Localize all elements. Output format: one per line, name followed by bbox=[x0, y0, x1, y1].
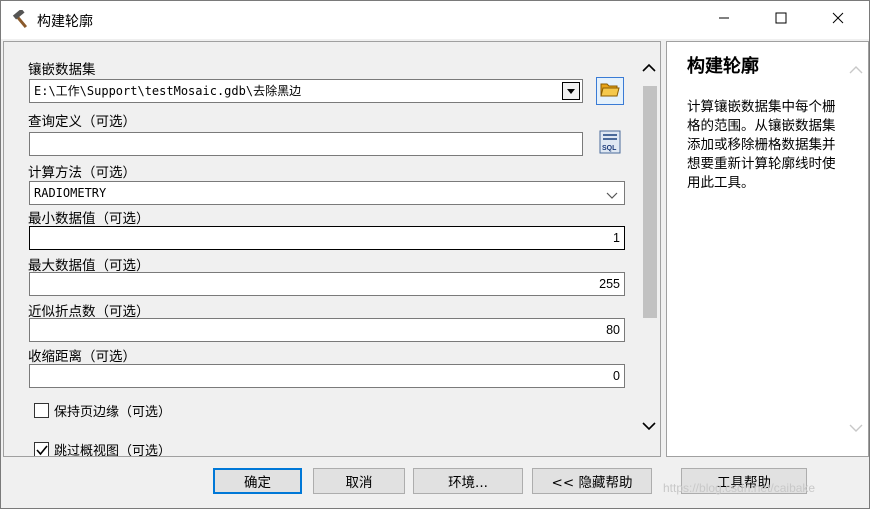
keep-edge-checkbox[interactable] bbox=[34, 403, 49, 418]
maximize-button[interactable] bbox=[758, 1, 804, 39]
browse-folder-button[interactable] bbox=[596, 77, 624, 105]
watermark-text: https://blog.csdn.net/caibake bbox=[663, 481, 816, 495]
chevron-down-icon bbox=[606, 186, 618, 204]
close-icon bbox=[832, 12, 844, 28]
max-data-value-input[interactable]: 255 bbox=[29, 272, 625, 296]
help-scroll-down-icon[interactable] bbox=[849, 422, 863, 437]
triangle-down-icon bbox=[567, 80, 575, 102]
compute-method-select[interactable]: RADIOMETRY bbox=[29, 181, 625, 205]
compute-method-value: RADIOMETRY bbox=[34, 186, 107, 200]
shrink-distance-input[interactable]: 0 bbox=[29, 364, 625, 388]
min-data-value-label: 最小数据值（可选） bbox=[28, 211, 150, 227]
close-button[interactable] bbox=[815, 1, 861, 39]
help-description: 计算镶嵌数据集中每个栅格的范围。从镶嵌数据集添加或移除栅格数据集并想要重新计算轮… bbox=[687, 99, 836, 191]
dialog-window: 构建轮廓 镶嵌数据集 E:\工作\Support\testMosaic.gdb\… bbox=[0, 0, 870, 509]
scroll-up-icon[interactable] bbox=[642, 62, 656, 77]
hammer-icon bbox=[11, 8, 31, 30]
mosaic-dataset-combobox[interactable]: E:\工作\Support\testMosaic.gdb\去除黑边 bbox=[29, 79, 583, 103]
keep-edge-option[interactable]: 保持页边缘（可选） bbox=[34, 401, 171, 420]
window-title: 构建轮廓 bbox=[37, 14, 93, 30]
sql-icon: SQL bbox=[599, 130, 621, 158]
help-title: 构建轮廓 bbox=[687, 56, 759, 77]
compute-method-label: 计算方法（可选） bbox=[28, 165, 136, 181]
svg-text:SQL: SQL bbox=[602, 145, 617, 152]
shrink-distance-label: 收缩距离（可选） bbox=[28, 349, 136, 365]
scroll-down-icon[interactable] bbox=[642, 420, 656, 435]
help-pane: 构建轮廓 计算镶嵌数据集中每个栅格的范围。从镶嵌数据集添加或移除栅格数据集并想要… bbox=[666, 41, 869, 457]
skip-overview-checkbox[interactable] bbox=[34, 442, 49, 456]
approx-vertices-input[interactable]: 80 bbox=[29, 318, 625, 342]
keep-edge-label: 保持页边缘（可选） bbox=[54, 405, 172, 420]
min-data-value-input[interactable]: 1 bbox=[29, 226, 625, 250]
sql-builder-button[interactable]: SQL bbox=[596, 130, 624, 158]
mosaic-dataset-value: E:\工作\Support\testMosaic.gdb\去除黑边 bbox=[34, 84, 302, 98]
environments-button[interactable]: 环境... bbox=[413, 468, 523, 494]
skip-overview-option[interactable]: 跳过概视图（可选） bbox=[34, 440, 172, 457]
mosaic-dataset-label: 镶嵌数据集 bbox=[28, 62, 96, 78]
cancel-button[interactable]: 取消 bbox=[313, 468, 405, 494]
mosaic-dropdown-button[interactable] bbox=[562, 82, 580, 100]
maximize-icon bbox=[775, 12, 787, 28]
skip-overview-label: 跳过概视图（可选） bbox=[54, 444, 172, 457]
parameter-pane: 镶嵌数据集 E:\工作\Support\testMosaic.gdb\去除黑边 … bbox=[3, 41, 661, 457]
open-folder-icon bbox=[600, 80, 620, 102]
query-definition-label: 查询定义（可选） bbox=[28, 114, 136, 130]
minimize-button[interactable] bbox=[701, 1, 747, 39]
hide-help-button[interactable]: << 隐藏帮助 bbox=[532, 468, 652, 494]
minimize-icon bbox=[718, 12, 730, 28]
help-scroll-up-icon[interactable] bbox=[849, 64, 863, 79]
scrollbar-thumb[interactable] bbox=[643, 86, 657, 318]
ok-button[interactable]: 确定 bbox=[213, 468, 302, 494]
checkmark-icon bbox=[36, 444, 48, 456]
title-bar[interactable]: 构建轮廓 bbox=[1, 1, 869, 39]
max-data-value-label: 最大数据值（可选） bbox=[28, 258, 150, 274]
query-definition-input[interactable] bbox=[29, 132, 583, 156]
approx-vertices-label: 近似折点数（可选） bbox=[28, 304, 150, 320]
